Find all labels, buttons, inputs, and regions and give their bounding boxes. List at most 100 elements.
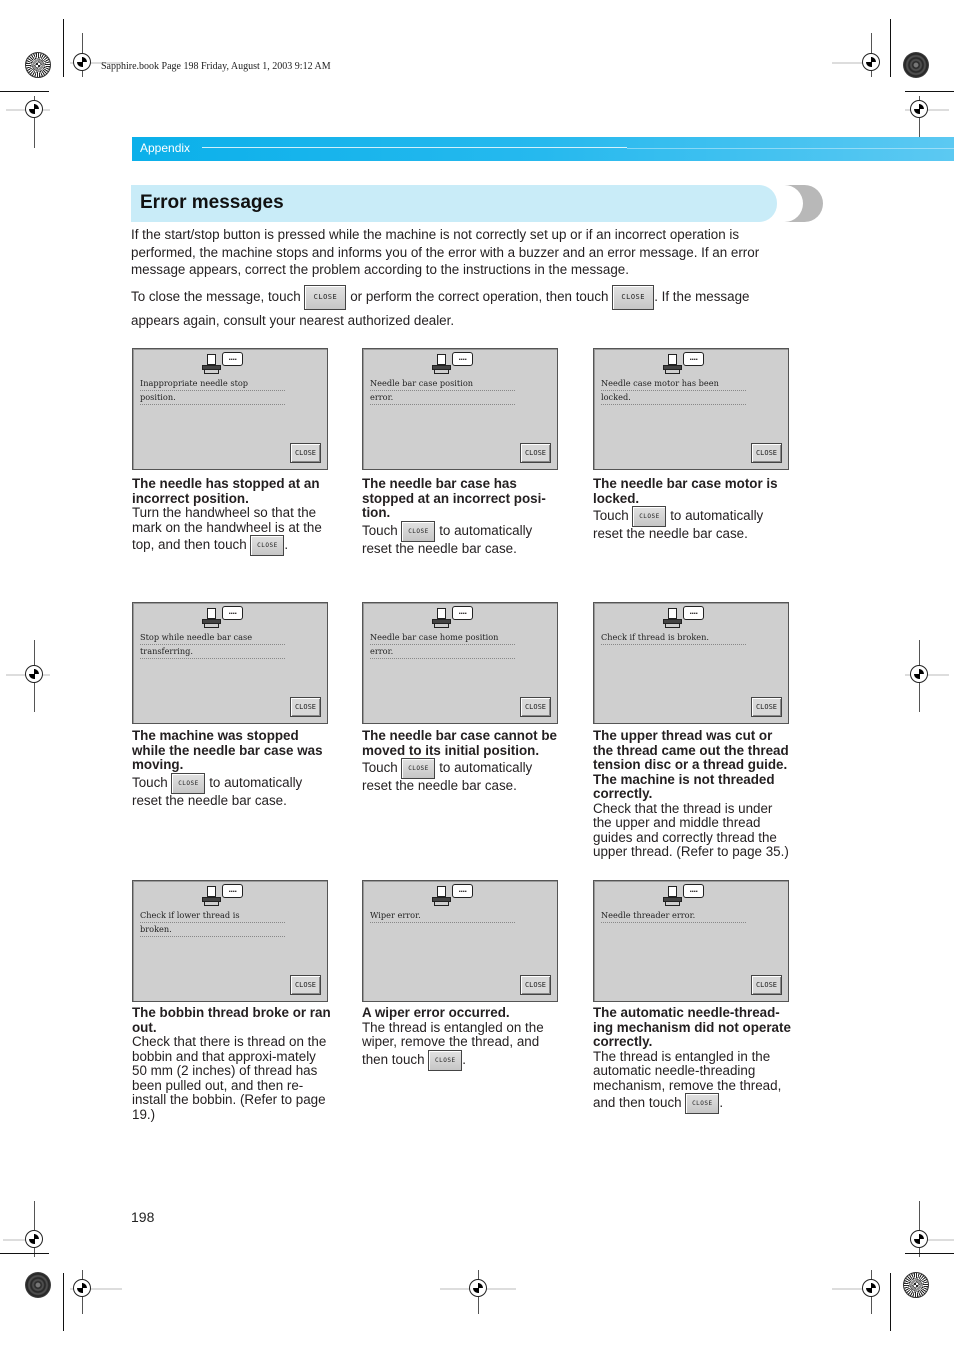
error-message-line: Inappropriate needle stop — [140, 377, 285, 391]
page-title: Error messages — [140, 192, 284, 213]
touch-instruction-continued: reset the needle bar case. — [362, 778, 517, 793]
error-heading: The needle bar case motor is locked. — [593, 476, 778, 506]
error-message-line: Needle case motor has been — [601, 377, 746, 391]
embroidery-machine-icon — [432, 354, 452, 374]
embroidery-machine-icon — [202, 354, 222, 374]
close-button[interactable]: CLOSE — [290, 443, 321, 463]
error-message-line: transferring. — [140, 645, 285, 659]
registration-mark-icon — [25, 1230, 43, 1248]
registration-mark-icon — [73, 1279, 91, 1297]
error-description: The upper thread was cut or the thread c… — [593, 728, 793, 860]
touch-instruction-continued: reset the needle bar case. — [362, 540, 517, 556]
error-description: The automatic needle-thread-ing mechanis… — [593, 1005, 793, 1114]
speech-bubble-icon: .... — [683, 884, 704, 898]
machine-alert-icon: .... — [432, 606, 474, 628]
error-message-line: Needle bar case home position — [370, 631, 515, 645]
close-button[interactable]: CLOSE — [290, 697, 321, 717]
embroidery-machine-icon — [663, 886, 683, 906]
error-screen: .... Needle threader error. CLOSE — [593, 880, 789, 1002]
speech-bubble-icon: .... — [683, 352, 704, 366]
error-message: Stop while needle bar case transferring. — [140, 631, 285, 659]
embroidery-machine-icon — [432, 608, 452, 628]
speech-bubble-icon: .... — [452, 352, 473, 366]
machine-alert-icon: .... — [202, 606, 244, 628]
error-remedy: The thread is entangled on the wiper, re… — [362, 1019, 544, 1049]
machine-alert-icon: .... — [663, 352, 705, 374]
error-message-line: position. — [140, 391, 285, 405]
machine-alert-icon: .... — [202, 352, 244, 374]
error-remedy: Check that the thread is under the upper… — [593, 800, 789, 859]
title-bar: Error messages — [131, 185, 777, 222]
speech-bubble-icon: .... — [222, 352, 243, 366]
touch-instruction: Touch CLOSE to automatically — [362, 520, 562, 542]
touch-instruction: Touch CLOSE to automatically — [132, 772, 332, 794]
error-description: The needle has stopped at an incorrect p… — [132, 476, 332, 556]
error-screen: .... Needle bar case home position error.… — [362, 602, 558, 724]
error-message-line: Stop while needle bar case — [140, 631, 285, 645]
error-message-line: Needle bar case position — [370, 377, 515, 391]
embroidery-machine-icon — [663, 354, 683, 374]
embroidery-machine-icon — [663, 608, 683, 628]
error-message-line: Check if lower thread is — [140, 909, 285, 923]
close-button-icon: CLOSE — [304, 285, 347, 310]
error-message: Needle bar case position error. — [370, 377, 515, 405]
error-heading: The machine was stopped while the needle… — [132, 728, 323, 772]
section-label: Appendix — [140, 141, 191, 155]
error-screen: .... Check if thread is broken. CLOSE — [593, 602, 789, 724]
close-button[interactable]: CLOSE — [520, 443, 551, 463]
error-message-line: broken. — [140, 923, 285, 937]
close-button-icon: CLOSE — [632, 506, 667, 527]
error-screen: .... Stop while needle bar case transferr… — [132, 602, 328, 724]
close-button[interactable]: CLOSE — [751, 975, 782, 995]
error-heading: The needle bar case cannot be moved to i… — [362, 728, 557, 758]
embroidery-machine-icon — [202, 608, 222, 628]
error-message-line: locked. — [601, 391, 746, 405]
close-button-icon: CLOSE — [428, 1049, 463, 1071]
header-rule — [202, 147, 627, 148]
color-bar-disc-icon — [903, 52, 929, 78]
error-message-line: Wiper error. — [370, 909, 515, 923]
error-message: Inappropriate needle stop position. — [140, 377, 285, 405]
error-heading: The needle has stopped at an incorrect p… — [132, 476, 320, 506]
registration-mark-icon — [73, 53, 91, 71]
error-message: Needle bar case home position error. — [370, 631, 515, 659]
error-screen: .... Needle bar case position error. CLOS… — [362, 348, 558, 470]
error-remedy: Turn the handwheel so that the mark on t… — [132, 505, 322, 535]
embroidery-machine-icon — [202, 886, 222, 906]
error-heading: A wiper error occurred. — [362, 1005, 510, 1020]
error-description: A wiper error occurred. The thread is ent… — [362, 1005, 562, 1071]
error-message: Check if lower thread is broken. — [140, 909, 285, 937]
close-button[interactable]: CLOSE — [290, 975, 321, 995]
embroidery-machine-icon — [432, 886, 452, 906]
error-screen: .... Inappropriate needle stop position. … — [132, 348, 328, 470]
registration-mark-icon — [862, 53, 880, 71]
registration-mark-icon — [910, 1230, 928, 1248]
error-screen: .... Check if lower thread is broken. CLO… — [132, 880, 328, 1002]
close-button[interactable]: CLOSE — [751, 443, 782, 463]
error-description: The machine was stopped while the needle… — [132, 728, 332, 808]
registration-mark-icon — [910, 665, 928, 683]
color-bar-starburst-icon — [25, 52, 51, 78]
speech-bubble-icon: .... — [452, 884, 473, 898]
error-message-line: error. — [370, 391, 515, 405]
close-button[interactable]: CLOSE — [520, 975, 551, 995]
error-heading: The bobbin thread broke or ran out. — [132, 1005, 331, 1035]
close-button[interactable]: CLOSE — [751, 697, 782, 717]
registration-mark-icon — [910, 100, 928, 118]
error-message-line: Check if thread is broken. — [601, 631, 746, 645]
registration-mark-icon — [25, 665, 43, 683]
close-button[interactable]: CLOSE — [520, 697, 551, 717]
color-bar-starburst-icon — [903, 1272, 929, 1298]
error-heading: The upper thread was cut or the thread c… — [593, 728, 789, 801]
intro-paragraph: If the start/stop button is pressed whil… — [131, 227, 760, 277]
error-description: The needle bar case motor is locked. Tou… — [593, 476, 793, 542]
header-rule — [627, 148, 954, 149]
error-screen: .... Wiper error. CLOSE — [362, 880, 558, 1002]
error-message: Wiper error. — [370, 909, 515, 923]
error-message-line: Needle threader error. — [601, 909, 746, 923]
error-heading: The automatic needle-thread-ing mechanis… — [593, 1005, 791, 1049]
registration-mark-icon — [862, 1279, 880, 1297]
close-instructions: To close the message, touch CLOSE or per… — [131, 285, 796, 332]
touch-instruction: then touch CLOSE. — [362, 1049, 562, 1071]
error-screen: .... Needle case motor has been locked. C… — [593, 348, 789, 470]
